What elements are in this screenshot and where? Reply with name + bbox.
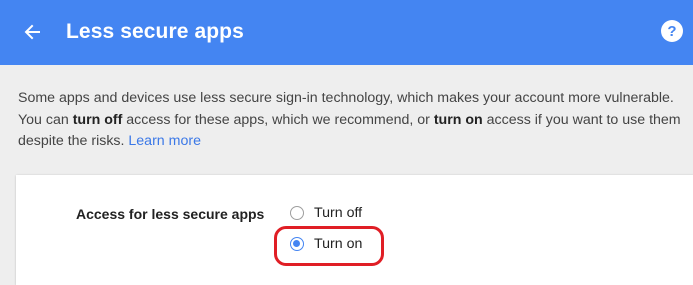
- learn-more-link[interactable]: Learn more: [128, 133, 201, 149]
- page-title: Less secure apps: [66, 20, 244, 43]
- radio-button-turn-off[interactable]: [290, 206, 304, 220]
- radio-label-turn-off: Turn off: [314, 205, 363, 221]
- radio-option-turn-off[interactable]: Turn off: [290, 205, 362, 221]
- radio-label-turn-on: Turn on: [314, 236, 363, 252]
- description-text: Some apps and devices use less secure si…: [18, 88, 688, 153]
- description-bold-turn-off: turn off: [72, 111, 123, 128]
- setting-label: Access for less secure apps: [76, 206, 265, 222]
- settings-card: [16, 175, 693, 285]
- description-part2: access for these apps, which we recommen…: [122, 111, 434, 128]
- arrow-left-icon: [24, 24, 40, 40]
- help-glyph: ?: [667, 22, 677, 40]
- back-button[interactable]: [18, 18, 46, 46]
- help-icon[interactable]: ?: [661, 20, 683, 42]
- radio-option-turn-on[interactable]: Turn on: [290, 236, 362, 252]
- radio-button-turn-on[interactable]: [290, 237, 304, 251]
- app-header: Less secure apps ?: [0, 0, 693, 65]
- description-bold-turn-on: turn on: [433, 111, 483, 128]
